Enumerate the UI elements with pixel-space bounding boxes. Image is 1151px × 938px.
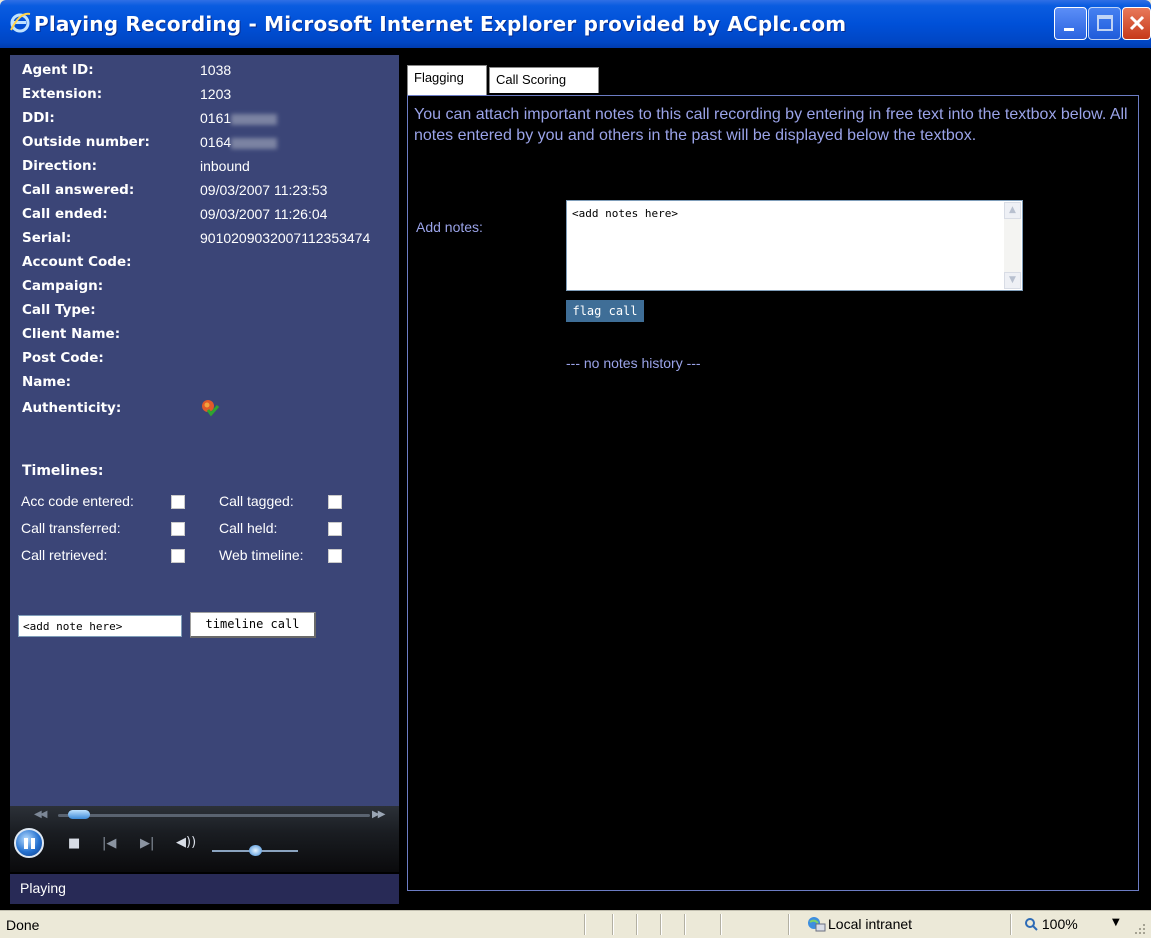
status-divider xyxy=(720,914,722,935)
maximize-icon xyxy=(1097,15,1113,31)
info-label: Serial: xyxy=(22,230,72,246)
call-info-panel: Agent ID: 1038 Extension: 1203 DDI: 0161 Ou… xyxy=(10,55,399,901)
previous-icon[interactable]: |◀ xyxy=(102,836,116,851)
timeline-label-call-tagged: Call tagged: xyxy=(219,493,294,509)
window-title: Playing Recording - Microsoft Internet E… xyxy=(34,12,847,36)
resize-grip-icon[interactable] xyxy=(1132,923,1146,935)
title-bar[interactable]: Playing Recording - Microsoft Internet E… xyxy=(0,0,1151,48)
minimize-icon xyxy=(1064,28,1074,31)
volume-thumb[interactable] xyxy=(249,845,262,856)
info-label: Direction: xyxy=(22,158,98,174)
timeline-label-call-transferred: Call transferred: xyxy=(21,520,121,536)
scroll-up-icon[interactable]: ▲ xyxy=(1004,202,1021,219)
rewind-icon[interactable]: ◀◀ xyxy=(34,809,47,820)
status-divider xyxy=(660,914,662,935)
next-icon[interactable]: ▶| xyxy=(140,836,154,851)
add-notes-label: Add notes: xyxy=(416,219,483,235)
minimize-button[interactable] xyxy=(1054,7,1087,40)
ie-icon xyxy=(10,12,31,33)
status-text: Done xyxy=(6,917,40,933)
ddi-value: 0161 xyxy=(200,110,232,126)
info-label: Extension: xyxy=(22,86,103,102)
timelines-title: Timelines: xyxy=(22,463,104,479)
zoom-level[interactable]: 100% xyxy=(1024,916,1078,932)
timeline-label-web-timeline: Web timeline: xyxy=(219,547,304,563)
player-status: Playing xyxy=(10,872,399,904)
info-label: Account Code: xyxy=(22,254,132,270)
outside-number-value: 0164 xyxy=(200,134,232,150)
timeline-label-acc-code: Acc code entered: xyxy=(21,493,134,509)
volume-icon[interactable]: ◀)) xyxy=(176,835,196,850)
timeline-checkbox-call-held[interactable] xyxy=(328,522,342,536)
status-divider xyxy=(788,914,790,935)
status-divider xyxy=(584,914,586,935)
info-value: 1203 xyxy=(200,86,232,102)
redacted-block xyxy=(231,137,278,149)
info-value: 9010209032007112353474 xyxy=(200,230,371,246)
info-value: 0164 xyxy=(200,134,278,150)
zoom-icon xyxy=(1025,918,1038,931)
zoom-dropdown-icon[interactable]: ▼ xyxy=(1112,917,1120,928)
authenticity-icon xyxy=(202,400,220,417)
timeline-checkbox-acc-code[interactable] xyxy=(171,495,185,509)
maximize-button[interactable] xyxy=(1088,7,1121,40)
player-status-text: Playing xyxy=(20,880,66,896)
tab-call-scoring[interactable]: Call Scoring xyxy=(489,67,599,93)
info-label: DDI: xyxy=(22,110,55,126)
tab-flagging[interactable]: Flagging xyxy=(407,65,487,95)
status-bar: Done Local intranet 100% ▼ xyxy=(0,910,1151,938)
pause-button[interactable] xyxy=(14,828,44,858)
info-label: Client Name: xyxy=(22,326,121,342)
info-label: Authenticity: xyxy=(22,400,122,416)
timeline-checkbox-call-tagged[interactable] xyxy=(328,495,342,509)
info-label: Outside number: xyxy=(22,134,150,150)
notes-text: <add notes here> xyxy=(572,207,678,220)
status-divider xyxy=(612,914,614,935)
seek-thumb[interactable] xyxy=(67,810,90,819)
info-value: 09/03/2007 11:26:04 xyxy=(200,206,328,222)
info-label: Call ended: xyxy=(22,206,108,222)
security-zone: Local intranet xyxy=(808,916,912,932)
notes-history: --- no notes history --- xyxy=(566,355,701,371)
seek-bar[interactable] xyxy=(58,814,370,817)
status-divider xyxy=(684,914,686,935)
info-label: Agent ID: xyxy=(22,62,94,78)
info-label: Campaign: xyxy=(22,278,104,294)
add-notes-textarea[interactable]: <add notes here> ▲ ▼ xyxy=(566,200,1023,291)
timeline-note-input[interactable]: <add note here> xyxy=(18,615,182,637)
timeline-checkbox-call-transferred[interactable] xyxy=(171,522,185,536)
info-label: Post Code: xyxy=(22,350,104,366)
timeline-label-call-held: Call held: xyxy=(219,520,278,536)
close-button[interactable] xyxy=(1122,7,1151,40)
info-value: 1038 xyxy=(200,62,232,78)
timeline-checkbox-call-retrieved[interactable] xyxy=(171,549,185,563)
notes-scrollbar[interactable]: ▲ ▼ xyxy=(1004,202,1021,289)
status-divider xyxy=(1010,914,1012,935)
timeline-call-button[interactable]: timeline call xyxy=(190,612,316,638)
pause-icon-bar xyxy=(31,838,35,849)
zoom-value: 100% xyxy=(1041,916,1078,932)
info-value: inbound xyxy=(200,158,250,174)
stop-icon[interactable]: ■ xyxy=(68,836,80,851)
flagging-intro-text: You can attach important notes to this c… xyxy=(414,106,1128,144)
fast-forward-icon[interactable]: ▶▶ xyxy=(372,809,385,820)
pause-icon xyxy=(24,838,28,849)
info-value: 0161 xyxy=(200,110,278,126)
flag-call-button[interactable]: flag call xyxy=(566,300,644,322)
info-label: Name: xyxy=(22,374,72,390)
timeline-checkbox-web-timeline[interactable] xyxy=(328,549,342,563)
timeline-label-call-retrieved: Call retrieved: xyxy=(21,547,108,563)
scroll-down-icon[interactable]: ▼ xyxy=(1004,272,1021,289)
info-label: Call answered: xyxy=(22,182,135,198)
security-zone-label: Local intranet xyxy=(828,916,913,932)
redacted-block xyxy=(231,113,278,125)
close-icon xyxy=(1129,15,1145,31)
media-player: ◀◀ ▶▶ ■ |◀ ▶| ◀)) xyxy=(10,806,399,872)
info-label: Call Type: xyxy=(22,302,96,318)
info-value: 09/03/2007 11:23:53 xyxy=(200,182,328,198)
status-divider xyxy=(636,914,638,935)
